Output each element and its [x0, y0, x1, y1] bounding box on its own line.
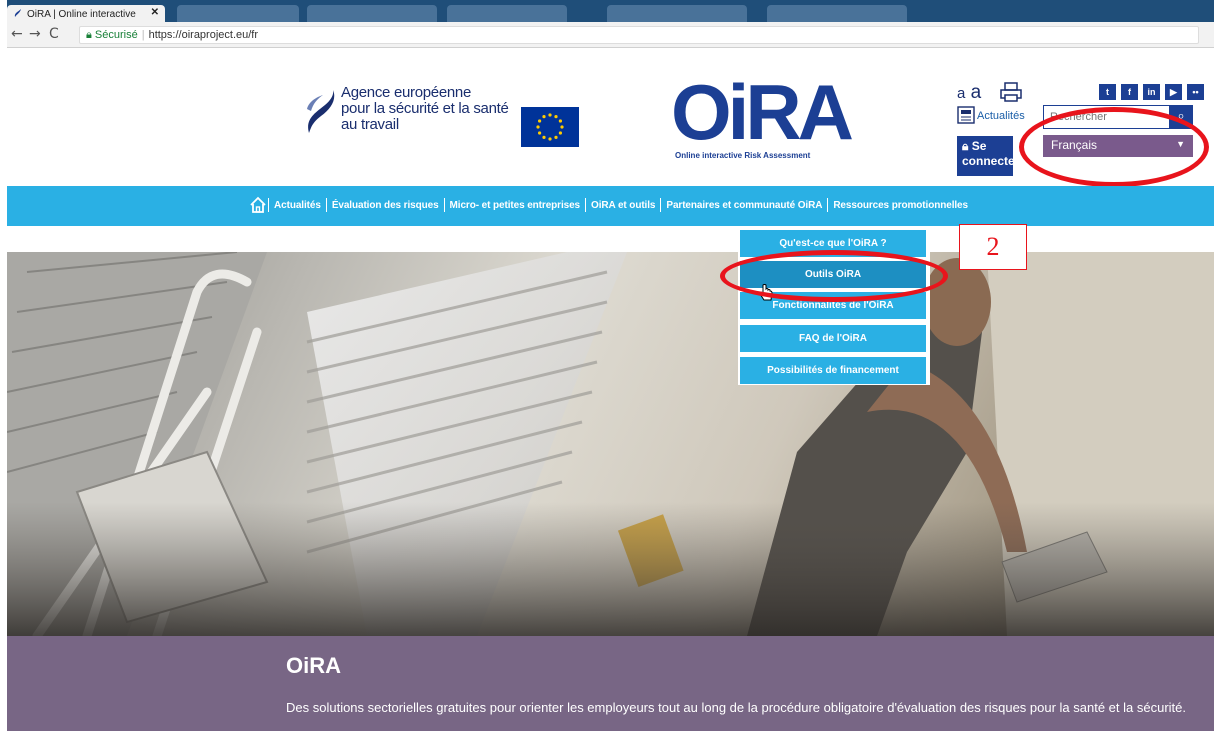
nav-separator	[585, 198, 587, 212]
url-text: https://oiraproject.eu/fr	[148, 29, 259, 41]
agency-line-3: au travail	[341, 116, 399, 133]
newspaper-icon	[957, 106, 975, 124]
url-field[interactable]: 🔒︎ Sécurisé | https://oiraproject.eu/fr	[79, 26, 1199, 44]
eu-osha-logo-icon	[307, 90, 335, 133]
login-label: Se connecter	[962, 139, 1013, 168]
banner-description: Des solutions sectorielles gratuites pou…	[286, 700, 1186, 715]
agency-logo[interactable]: Agence européenne pour la sécurité et la…	[303, 85, 533, 145]
font-decrease-button[interactable]: a	[957, 85, 965, 102]
nav-separator	[443, 198, 445, 212]
nav-separator	[268, 198, 270, 212]
tab-blurred-1[interactable]	[177, 5, 299, 22]
browser-window: OiRA | Online interactive ✕ ← → C 🔒︎ Séc…	[7, 0, 1214, 731]
oira-logo[interactable]: OiRA Online interactive Risk Assessment	[671, 73, 861, 163]
reload-button[interactable]: C	[49, 26, 59, 42]
forward-button[interactable]: →	[29, 26, 41, 42]
oira-logo-word: OiRA	[671, 68, 854, 156]
back-button[interactable]: ←	[11, 26, 23, 42]
tab-blurred-5[interactable]	[767, 5, 907, 22]
agency-name: Agence européenne pour la sécurité et la…	[341, 85, 509, 133]
flickr-icon[interactable]: ••	[1187, 84, 1204, 100]
banner-title: OiRA	[286, 653, 341, 678]
address-bar-row: ← → C 🔒︎ Sécurisé | https://oiraproject.eu…	[7, 22, 1214, 48]
nav-item-ressources[interactable]: Ressources promotionnelles	[829, 186, 972, 211]
nav-item-actualites[interactable]: Actualités	[270, 186, 325, 211]
font-increase-button[interactable]: a	[971, 82, 982, 103]
oira-logo-subtitle: Online interactive Risk Assessment	[675, 151, 811, 160]
hero-image	[7, 252, 1214, 636]
agency-line-1: Agence européenne	[341, 84, 472, 101]
tab-blurred-2[interactable]	[307, 5, 437, 22]
agency-line-2: pour la sécurité et la santé	[341, 100, 509, 117]
twitter-icon[interactable]: t	[1099, 84, 1116, 100]
nav-item-partenaires[interactable]: Partenaires et communauté OiRA	[662, 186, 826, 211]
tab-oira[interactable]: OiRA | Online interactive ✕	[7, 5, 165, 22]
main-nav: Actualités Évaluation des risques Micro- e…	[7, 186, 1214, 226]
dropdown-item-faq[interactable]: FAQ de l'OiRA	[740, 325, 926, 352]
main-nav-items: Actualités Évaluation des risques Micro- e…	[7, 186, 1214, 226]
close-tab-icon[interactable]: ✕	[151, 7, 159, 18]
intro-banner: OiRA Des solutions sectorielles gratuite…	[7, 636, 1214, 731]
nav-item-oira-outils[interactable]: OiRA et outils	[587, 186, 659, 211]
annotation-ellipse-language	[1019, 107, 1209, 187]
print-icon[interactable]	[1000, 82, 1022, 102]
annotation-ellipse-outils-oira	[720, 250, 948, 302]
youtube-icon[interactable]: ▶	[1165, 84, 1182, 100]
dropdown-item-financement[interactable]: Possibilités de financement	[740, 357, 926, 384]
nav-item-evaluation-risques[interactable]: Évaluation des risques	[328, 186, 443, 211]
social-links: t f in ▶ ••	[1099, 84, 1209, 102]
tab-title: OiRA | Online interactive	[27, 9, 136, 20]
news-link[interactable]: Actualités	[957, 106, 1025, 124]
lock-icon: 🔒︎	[962, 139, 969, 153]
nav-separator	[827, 198, 829, 212]
font-size-controls: a a	[957, 82, 981, 104]
hero-photo-illustration	[7, 252, 1214, 636]
tab-blurred-4[interactable]	[607, 5, 747, 22]
nav-separator	[325, 198, 327, 212]
nav-separator	[660, 198, 662, 212]
annotation-step-number: 2	[959, 224, 1027, 270]
linkedin-icon[interactable]: in	[1143, 84, 1160, 100]
nav-item-micro-petites-entreprises[interactable]: Micro- et petites entreprises	[446, 186, 584, 211]
news-link-label: Actualités	[977, 110, 1025, 122]
login-button[interactable]: 🔒︎ Se connecter	[957, 136, 1013, 176]
secure-label: Sécurisé	[94, 29, 138, 41]
tab-strip: OiRA | Online interactive ✕	[7, 0, 1214, 22]
lock-icon: 🔒︎	[86, 29, 92, 41]
home-icon[interactable]	[249, 196, 267, 214]
tab-blurred-3[interactable]	[447, 5, 567, 22]
eu-osha-favicon-icon	[14, 9, 21, 17]
eu-flag-icon	[521, 107, 579, 147]
url-separator: |	[141, 29, 145, 41]
facebook-icon[interactable]: f	[1121, 84, 1138, 100]
